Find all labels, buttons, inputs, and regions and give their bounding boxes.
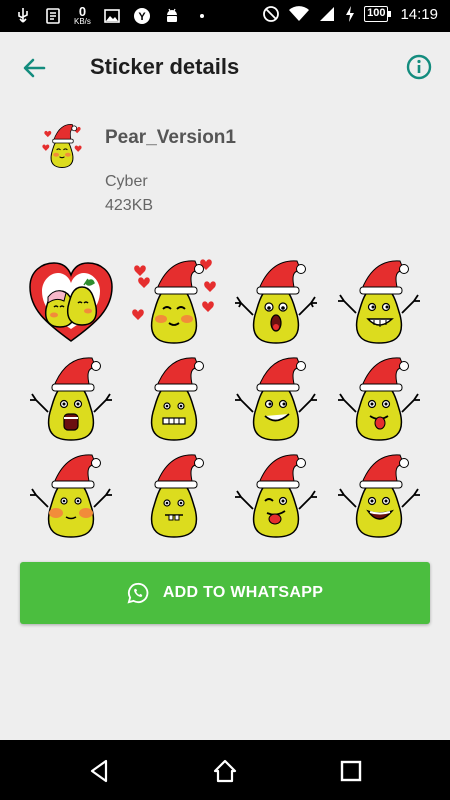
sticker-item[interactable] xyxy=(20,446,123,543)
pear-teeth-sticker-icon xyxy=(150,453,204,538)
nav-recents-icon[interactable] xyxy=(338,758,364,784)
pear-couple-heart-sticker-icon xyxy=(29,261,114,342)
battery-level: 100 xyxy=(364,6,392,22)
sticker-item[interactable] xyxy=(20,349,123,446)
yandex-icon: Y xyxy=(133,8,150,24)
pear-wink-tongue-sticker-icon xyxy=(235,453,318,538)
sticker-pack-header: Pear_Version1 Cyber 423KB xyxy=(0,105,450,225)
sticker-item[interactable] xyxy=(225,349,328,446)
nav-home-icon[interactable] xyxy=(212,758,238,784)
wifi-icon xyxy=(289,6,310,21)
whatsapp-icon xyxy=(127,582,149,604)
notification-icon xyxy=(46,8,60,24)
pear-scream-sticker-icon xyxy=(30,356,113,441)
pack-size: 423KB xyxy=(105,197,154,214)
sticker-item[interactable] xyxy=(328,252,431,349)
pack-thumbnail-icon xyxy=(42,124,82,168)
status-time: 14:19 xyxy=(400,5,438,23)
page-title: Sticker details xyxy=(90,54,240,79)
app-bar: Sticker details xyxy=(0,32,450,102)
svg-text:Y: Y xyxy=(138,11,146,23)
pear-grimace-sticker-icon xyxy=(150,356,204,441)
do-not-disturb-icon xyxy=(263,6,279,22)
charging-icon xyxy=(346,6,355,22)
info-icon[interactable] xyxy=(404,52,434,82)
pear-tongue-sticker-icon xyxy=(337,356,420,441)
android-icon xyxy=(166,8,177,22)
sticker-item[interactable] xyxy=(123,252,226,349)
pear-blush-sticker-icon xyxy=(30,453,113,538)
pack-author: Cyber xyxy=(105,173,148,190)
sticker-item[interactable] xyxy=(123,446,226,543)
dot-icon xyxy=(199,14,204,18)
pear-smirk-sticker-icon xyxy=(235,356,318,441)
pear-love-hearts-sticker-icon xyxy=(131,258,216,344)
sticker-item[interactable] xyxy=(328,446,431,543)
pear-shocked-sticker-icon xyxy=(235,259,318,344)
network-speed-unit: KB/s xyxy=(74,17,91,26)
sticker-item[interactable] xyxy=(225,252,328,349)
sticker-item[interactable] xyxy=(20,252,123,349)
usb-icon xyxy=(18,8,28,23)
nav-back-icon[interactable] xyxy=(86,758,112,784)
network-speed: 0 KB/s xyxy=(74,5,91,26)
status-bar: 0 KB/s Y 100 14:19 xyxy=(0,0,450,32)
add-to-whatsapp-button[interactable]: ADD TO WHATSAPP xyxy=(20,562,430,624)
signal-icon xyxy=(320,7,335,21)
sticker-item[interactable] xyxy=(123,349,226,446)
sticker-grid xyxy=(20,252,430,542)
back-arrow-icon[interactable] xyxy=(18,52,50,84)
pack-name: Pear_Version1 xyxy=(105,127,236,148)
navigation-bar xyxy=(0,740,450,800)
sticker-item[interactable] xyxy=(225,446,328,543)
add-to-whatsapp-label: ADD TO WHATSAPP xyxy=(162,584,324,601)
image-icon xyxy=(104,9,120,23)
pear-grin-sticker-icon xyxy=(337,259,420,344)
pear-laugh-sticker-icon xyxy=(337,453,420,538)
sticker-item[interactable] xyxy=(328,349,431,446)
